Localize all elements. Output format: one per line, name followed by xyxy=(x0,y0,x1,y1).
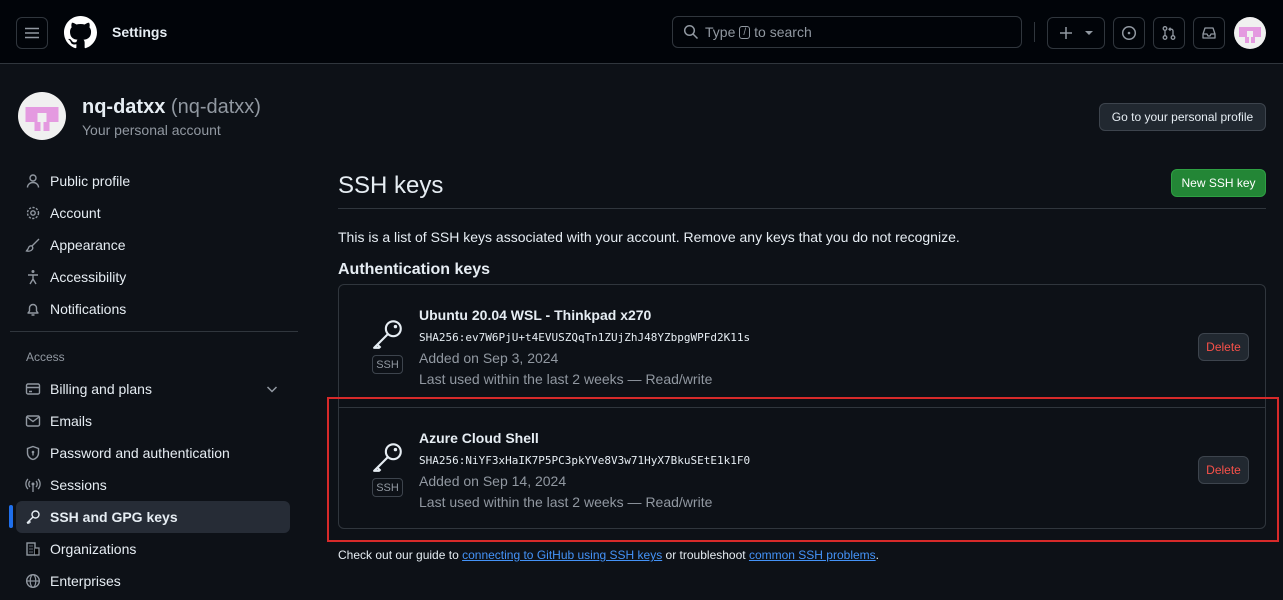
user-avatar-menu[interactable] xyxy=(1234,17,1266,49)
sidebar-item-appearance[interactable]: Appearance xyxy=(16,229,290,261)
sidebar-item-label: Enterprises xyxy=(50,573,121,589)
highlight-box xyxy=(327,397,1279,542)
profile-avatar xyxy=(18,92,66,140)
sidebar-item-billing[interactable]: Billing and plans xyxy=(16,373,290,405)
github-logo-icon[interactable] xyxy=(64,16,97,49)
sidebar-item-accessibility[interactable]: Accessibility xyxy=(16,261,290,293)
page-title: SSH keys xyxy=(338,172,444,199)
sidebar-item-label: SSH and GPG keys xyxy=(50,509,178,525)
create-new-button[interactable] xyxy=(1047,17,1105,49)
accessibility-icon xyxy=(24,268,42,286)
header-divider xyxy=(1034,22,1035,42)
identicon-avatar-icon xyxy=(18,92,66,140)
plus-icon xyxy=(1060,27,1072,39)
sidebar-item-notifications[interactable]: Notifications xyxy=(16,293,290,325)
shield-lock-icon xyxy=(24,444,42,462)
sidebar-item-label: Public profile xyxy=(50,173,131,189)
ssh-key-item: SSH Ubuntu 20.04 WSL - Thinkpad x270 SHA… xyxy=(339,285,1265,407)
sidebar-item-organizations[interactable]: Organizations xyxy=(16,533,290,565)
person-icon xyxy=(24,172,42,190)
delete-button[interactable]: Delete xyxy=(1198,333,1249,361)
guide-link[interactable]: connecting to GitHub using SSH keys xyxy=(462,548,662,562)
sidebar-item-label: Notifications xyxy=(50,301,127,317)
sidebar-item-enterprises[interactable]: Enterprises xyxy=(16,565,290,597)
organization-icon xyxy=(24,540,42,558)
issue-opened-icon xyxy=(1121,25,1137,41)
sidebar-item-label: Sessions xyxy=(50,477,107,493)
search-prefix: Type xyxy=(705,24,736,40)
broadcast-icon xyxy=(24,476,42,494)
new-ssh-key-button[interactable]: New SSH key xyxy=(1171,169,1266,197)
globe-icon xyxy=(24,572,42,590)
help-middle: or troubleshoot xyxy=(665,548,746,562)
gear-icon xyxy=(24,204,42,222)
sidebar-item-emails[interactable]: Emails xyxy=(16,405,290,437)
search-input[interactable]: Type / to search xyxy=(672,16,1022,48)
key-icon xyxy=(24,508,42,526)
key-added-date: Added on Sep 3, 2024 xyxy=(419,350,559,366)
sidebar-item-label: Accessibility xyxy=(50,269,127,285)
search-suffix: to search xyxy=(754,24,812,40)
sidebar-item-label: Emails xyxy=(50,413,93,429)
key-last-used: Last used within the last 2 weeks — Read… xyxy=(419,371,713,387)
section-title: Authentication keys xyxy=(338,261,491,278)
sidebar-group-access: Access xyxy=(26,350,65,364)
sidebar-divider xyxy=(10,331,298,332)
menu-button[interactable] xyxy=(16,17,48,49)
git-pull-request-icon xyxy=(1162,26,1176,40)
identicon-avatar-icon xyxy=(1234,17,1266,49)
inbox-button[interactable] xyxy=(1193,17,1225,49)
pull-requests-button[interactable] xyxy=(1153,17,1185,49)
go-to-profile-button[interactable]: Go to your personal profile xyxy=(1099,103,1266,131)
account-type-label: Your personal account xyxy=(82,122,221,138)
sidebar-item-label: Billing and plans xyxy=(50,381,152,397)
key-icon xyxy=(373,320,402,349)
sidebar-item-label: Account xyxy=(50,205,101,221)
active-indicator xyxy=(9,505,13,528)
sidebar-item-label: Appearance xyxy=(50,237,126,253)
page-description: This is a list of SSH keys associated wi… xyxy=(338,229,960,245)
search-icon xyxy=(683,24,699,40)
sidebar-item-public-profile[interactable]: Public profile xyxy=(16,165,290,197)
help-note: Check out our guide to connecting to Git… xyxy=(338,548,879,562)
key-fingerprint: SHA256:ev7W6PjU+t4EVUSZQqTn1ZUjZhJ48YZbp… xyxy=(419,331,751,344)
help-prefix: Check out our guide to xyxy=(338,548,459,562)
sidebar-item-account[interactable]: Account xyxy=(16,197,290,229)
troubleshoot-link[interactable]: common SSH problems xyxy=(749,548,876,562)
bell-icon xyxy=(24,300,42,318)
issues-button[interactable] xyxy=(1113,17,1145,49)
ssh-badge: SSH xyxy=(372,355,403,374)
user-handle: (nq-datxx) xyxy=(170,96,261,118)
paintbrush-icon xyxy=(24,236,42,254)
sidebar-item-ssh-gpg-keys[interactable]: SSH and GPG keys xyxy=(16,501,290,533)
credit-card-icon xyxy=(24,380,42,398)
sidebar-item-label: Organizations xyxy=(50,541,137,557)
mail-icon xyxy=(24,412,42,430)
inbox-icon xyxy=(1202,27,1216,39)
sidebar-item-sessions[interactable]: Sessions xyxy=(16,469,290,501)
triangle-down-icon xyxy=(1085,31,1093,35)
chevron-down-icon[interactable] xyxy=(264,381,280,397)
header-title[interactable]: Settings xyxy=(112,24,167,40)
title-divider xyxy=(338,208,1266,209)
user-name: nq-datxx (nq-datxx) xyxy=(82,96,261,119)
sidebar-item-label: Password and authentication xyxy=(50,445,230,461)
search-shortcut-key: / xyxy=(739,25,751,39)
top-header: Settings Type / to search xyxy=(0,0,1283,64)
hamburger-icon xyxy=(25,27,39,39)
user-login[interactable]: nq-datxx xyxy=(82,96,165,118)
help-suffix: . xyxy=(875,548,880,562)
key-title: Ubuntu 20.04 WSL - Thinkpad x270 xyxy=(419,307,652,323)
sidebar-item-password-auth[interactable]: Password and authentication xyxy=(16,437,290,469)
